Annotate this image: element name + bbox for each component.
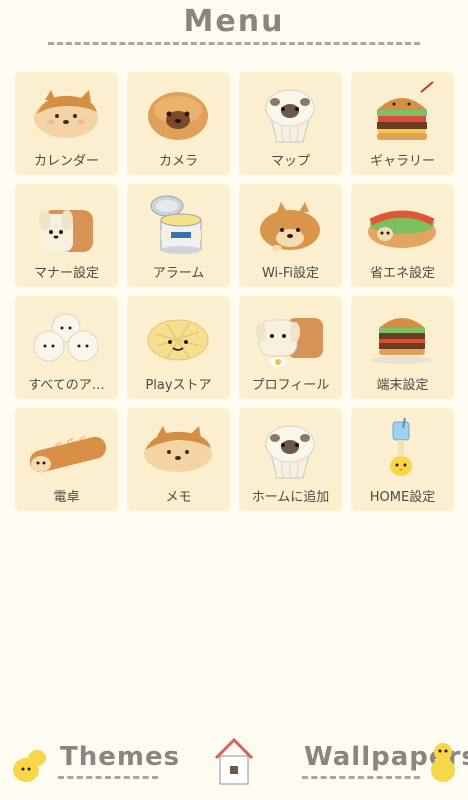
hotdog-icon [368,210,436,248]
app-label: HOME設定 [369,490,436,505]
pug-muffin-icon [265,425,315,479]
app-tile-manner[interactable]: マナー設定 [15,184,118,287]
title-divider [48,42,420,45]
header: Menu [0,0,468,56]
app-label: アラーム [152,266,205,281]
chick-tin-can-icon [150,195,202,254]
app-tile-gallery[interactable]: ギャラリー [351,72,454,175]
bottom-bar: Themes Wallpapers [0,730,468,800]
app-tile-home-settings[interactable]: HOME設定 [351,408,454,511]
app-label: カメラ [158,154,198,169]
app-grid: カレンダー カメラ マップ ギャラリー マナー設定 アラーム Wi-Fi設定 省… [15,72,454,511]
chick-drink-icon [390,417,412,476]
stacked-burger-icon [372,318,432,364]
app-tile-eco[interactable]: 省エネ設定 [351,184,454,287]
app-tile-all-apps[interactable]: すべてのア… [15,296,118,399]
app-tile-wifi[interactable]: Wi-Fi設定 [239,184,342,287]
shiba-bread-icon [144,426,212,472]
app-tile-calculator[interactable]: 電卓 [15,408,118,511]
app-label: 端末設定 [376,378,429,393]
chick-icon [431,743,455,782]
themes-underline [58,776,158,779]
pug-bun-icon [148,92,208,140]
burger-icon [377,81,434,140]
app-label: ギャラリー [369,154,435,169]
app-label: 省エネ設定 [369,266,435,281]
app-label: Playストア [145,378,212,393]
shiba-bread-icon [34,90,98,138]
melon-pan-icon [147,319,209,361]
app-tile-alarm[interactable]: アラーム [127,184,230,287]
pug-muffin-icon [265,89,315,143]
app-tile-profile[interactable]: プロフィール [239,296,342,399]
page-title: Menu [183,4,285,39]
app-tile-camera[interactable]: カメラ [127,72,230,175]
shiba-baguette-icon [29,435,107,473]
app-label: 電卓 [53,490,80,505]
app-tile-calendar[interactable]: カレンダー [15,72,118,175]
house-icon[interactable] [212,736,256,788]
app-label: カレンダー [33,154,99,169]
app-label: ホームに追加 [251,490,330,505]
wallpapers-underline [302,776,420,779]
app-tile-play-store[interactable]: Playストア [127,296,230,399]
app-tile-memo[interactable]: メモ [127,408,230,511]
app-label: マップ [270,154,310,169]
app-tile-add-home[interactable]: ホームに追加 [239,408,342,511]
themes-button[interactable]: Themes [60,742,180,772]
app-label: マナー設定 [33,266,99,281]
app-label: すべてのア… [28,378,105,393]
chick-icon [13,750,46,782]
bread-loaf-dog-icon [39,210,93,252]
shiba-bun-icon [260,202,320,251]
app-label: プロフィール [251,378,330,393]
app-label: メモ [165,490,192,505]
steamed-buns-icon [33,313,99,362]
app-tile-map[interactable]: マップ [239,72,342,175]
app-label: Wi-Fi設定 [261,266,319,281]
dog-toast-icon [256,318,323,367]
app-tile-device-settings[interactable]: 端末設定 [351,296,454,399]
